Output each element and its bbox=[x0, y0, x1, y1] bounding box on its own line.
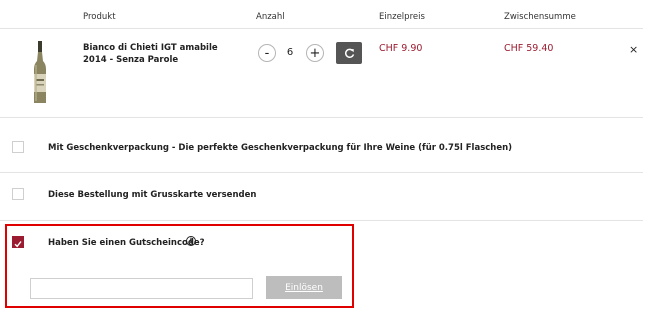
redeem-voucher-button[interactable]: Einlösen bbox=[266, 276, 342, 299]
gift-wrap-divider bbox=[0, 172, 643, 173]
remove-item-button[interactable]: × bbox=[629, 43, 638, 56]
gift-wrap-checkbox[interactable] bbox=[12, 141, 24, 153]
product-name[interactable]: Bianco di Chieti IGT amabile 2014 - Senz… bbox=[83, 42, 243, 66]
gift-wrap-label[interactable]: Mit Geschenkverpackung - Die perfekte Ge… bbox=[48, 143, 512, 153]
unit-price: CHF 9.90 bbox=[379, 43, 423, 54]
greeting-card-label[interactable]: Diese Bestellung mit Grusskarte versende… bbox=[48, 190, 256, 200]
wine-bottle-icon[interactable] bbox=[33, 41, 47, 104]
voucher-code-input[interactable] bbox=[30, 278, 253, 299]
header-divider bbox=[0, 28, 643, 29]
decrease-quantity-button[interactable]: - bbox=[258, 44, 276, 62]
column-header-zwischensumme: Zwischensumme bbox=[504, 12, 576, 22]
refresh-icon bbox=[344, 44, 355, 63]
subtotal-price: CHF 59.40 bbox=[504, 43, 554, 54]
item-divider bbox=[0, 117, 643, 118]
column-header-anzahl: Anzahl bbox=[256, 12, 285, 22]
increase-quantity-button[interactable]: + bbox=[306, 44, 324, 62]
update-quantity-button[interactable] bbox=[336, 42, 362, 64]
greeting-card-checkbox[interactable] bbox=[12, 188, 24, 200]
column-header-produkt: Produkt bbox=[83, 12, 116, 22]
greeting-card-divider bbox=[0, 220, 643, 221]
column-header-einzelpreis: Einzelpreis bbox=[379, 12, 425, 22]
info-icon[interactable]: i bbox=[186, 236, 196, 246]
checkmark-icon bbox=[14, 233, 22, 252]
voucher-label[interactable]: Haben Sie einen Gutscheincode? bbox=[48, 238, 205, 248]
voucher-checkbox[interactable] bbox=[12, 236, 24, 248]
quantity-value[interactable]: 6 bbox=[282, 47, 298, 58]
